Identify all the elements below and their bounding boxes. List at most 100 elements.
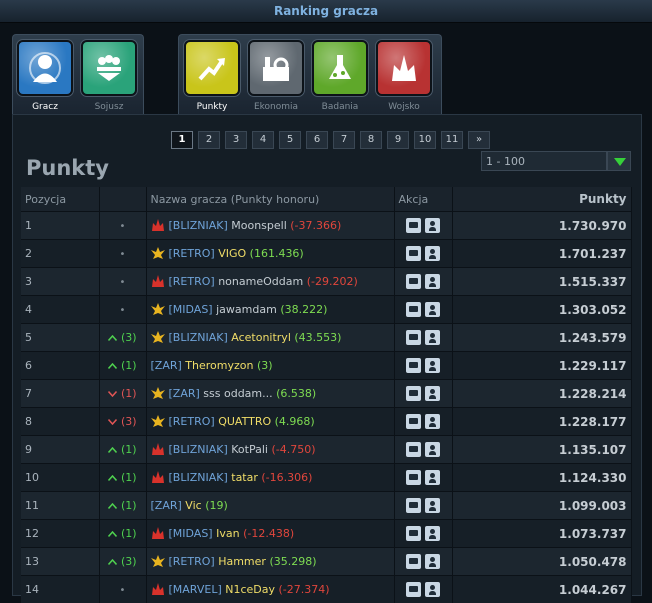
alliance-tag-link[interactable]: [BLIZNIAK] bbox=[169, 471, 228, 484]
player-points: 1.073.737 bbox=[452, 520, 631, 548]
honor-points: (38.222) bbox=[280, 303, 327, 316]
player-name-link[interactable]: N1ceDay bbox=[225, 583, 275, 596]
rank-up-icon bbox=[108, 447, 117, 453]
profile-icon[interactable] bbox=[425, 358, 440, 373]
alliance-tag-link[interactable]: [ZAR] bbox=[169, 387, 200, 400]
alliance-tag-link[interactable]: [BLIZNIAK] bbox=[169, 443, 228, 456]
ranking-table: Pozycja Nazwa gracza (Punkty honoru) Akc… bbox=[21, 187, 632, 603]
player-name-link[interactable]: KotPali bbox=[231, 443, 268, 456]
race-gold-icon bbox=[151, 555, 165, 567]
profile-icon[interactable] bbox=[425, 218, 440, 233]
rank-change-cell: • bbox=[99, 268, 146, 296]
alliance-tag-link[interactable]: [RETRO] bbox=[169, 275, 215, 288]
rank-change-cell: (3) bbox=[99, 408, 146, 436]
alliance-tag-link[interactable]: [MARVEL] bbox=[169, 583, 222, 596]
page-6[interactable]: 6 bbox=[306, 131, 328, 149]
table-row: 11 (1)[ZAR] Vic (19)1.099.003 bbox=[21, 492, 631, 520]
profile-icon[interactable] bbox=[425, 302, 440, 317]
tab-badania[interactable]: Badania bbox=[310, 40, 370, 112]
message-icon[interactable] bbox=[406, 358, 421, 373]
profile-icon[interactable] bbox=[425, 386, 440, 401]
page-8[interactable]: 8 bbox=[360, 131, 382, 149]
page-4[interactable]: 4 bbox=[252, 131, 274, 149]
alliance-tag-link[interactable]: [ZAR] bbox=[151, 499, 182, 512]
page-2[interactable]: 2 bbox=[198, 131, 220, 149]
player-points: 1.044.267 bbox=[452, 576, 631, 603]
alliance-tag-link[interactable]: [MIDAS] bbox=[169, 527, 213, 540]
alliance-tag-link[interactable]: [RETRO] bbox=[169, 247, 215, 260]
player-icon bbox=[17, 40, 73, 96]
page-1[interactable]: 1 bbox=[171, 131, 193, 149]
rank-position: 14 bbox=[21, 576, 99, 603]
tab-punkty[interactable]: Punkty bbox=[182, 40, 242, 112]
alliance-tag-link[interactable]: [RETRO] bbox=[169, 555, 215, 568]
profile-icon[interactable] bbox=[425, 414, 440, 429]
page-9[interactable]: 9 bbox=[387, 131, 409, 149]
player-name-link[interactable]: VIGO bbox=[218, 247, 246, 260]
table-row: 12 (1)[MIDAS] Ivan (-12.438)1.073.737 bbox=[21, 520, 631, 548]
message-icon[interactable] bbox=[406, 274, 421, 289]
tab-gracz[interactable]: Gracz bbox=[15, 40, 75, 112]
message-icon[interactable] bbox=[406, 246, 421, 261]
message-icon[interactable] bbox=[406, 498, 421, 513]
action-cell bbox=[394, 408, 452, 436]
profile-icon[interactable] bbox=[425, 470, 440, 485]
action-cell bbox=[394, 380, 452, 408]
alliance-tag-link[interactable]: [BLIZNIAK] bbox=[169, 219, 228, 232]
tab-sojusz[interactable]: Sojusz bbox=[79, 40, 139, 112]
page-7[interactable]: 7 bbox=[333, 131, 355, 149]
message-icon[interactable] bbox=[406, 414, 421, 429]
page-3[interactable]: 3 bbox=[225, 131, 247, 149]
message-icon[interactable] bbox=[406, 218, 421, 233]
honor-points: (-4.750) bbox=[271, 443, 315, 456]
alliance-tag-link[interactable]: [RETRO] bbox=[169, 415, 215, 428]
message-icon[interactable] bbox=[406, 582, 421, 597]
player-name-link[interactable]: sss oddam... bbox=[203, 387, 272, 400]
player-name-link[interactable]: Ivan bbox=[216, 527, 239, 540]
player-name-link[interactable]: tatar bbox=[231, 471, 258, 484]
player-cell: [BLIZNIAK] KotPali (-4.750) bbox=[146, 436, 394, 464]
message-icon[interactable] bbox=[406, 554, 421, 569]
player-name-link[interactable]: Acetonitryl bbox=[231, 331, 291, 344]
range-dropdown-arrow-icon[interactable] bbox=[607, 151, 631, 171]
player-cell: [RETRO] VIGO (161.436) bbox=[146, 240, 394, 268]
alliance-tag-link[interactable]: [MIDAS] bbox=[169, 303, 213, 316]
page-10[interactable]: 10 bbox=[414, 131, 436, 149]
page-11[interactable]: 11 bbox=[441, 131, 463, 149]
rank-unchanged-icon: • bbox=[120, 305, 126, 316]
player-name-link[interactable]: Moonspell bbox=[231, 219, 287, 232]
message-icon[interactable] bbox=[406, 470, 421, 485]
message-icon[interactable] bbox=[406, 526, 421, 541]
player-name-link[interactable]: Hammer bbox=[218, 555, 266, 568]
rank-up-icon bbox=[108, 531, 117, 537]
player-name-link[interactable]: Vic bbox=[185, 499, 201, 512]
player-name-link[interactable]: jawamdam bbox=[216, 303, 277, 316]
player-name-link[interactable]: Theromyzon bbox=[185, 359, 253, 372]
player-cell: [BLIZNIAK] Moonspell (-37.366) bbox=[146, 212, 394, 240]
message-icon[interactable] bbox=[406, 302, 421, 317]
alliance-tag-link[interactable]: [BLIZNIAK] bbox=[169, 331, 228, 344]
profile-icon[interactable] bbox=[425, 246, 440, 261]
player-cell: [ZAR] Theromyzon (3) bbox=[146, 352, 394, 380]
next-page-button[interactable]: » bbox=[468, 131, 490, 149]
profile-icon[interactable] bbox=[425, 526, 440, 541]
range-select[interactable]: 1 - 100 bbox=[481, 151, 607, 171]
profile-icon[interactable] bbox=[425, 498, 440, 513]
profile-icon[interactable] bbox=[425, 274, 440, 289]
profile-icon[interactable] bbox=[425, 442, 440, 457]
player-name-link[interactable]: nonameOddam bbox=[218, 275, 303, 288]
profile-icon[interactable] bbox=[425, 330, 440, 345]
tab-wojsko[interactable]: Wojsko bbox=[374, 40, 434, 112]
alliance-tag-link[interactable]: [ZAR] bbox=[151, 359, 182, 372]
page-5[interactable]: 5 bbox=[279, 131, 301, 149]
message-icon[interactable] bbox=[406, 442, 421, 457]
race-red-icon bbox=[151, 471, 165, 483]
player-points: 1.730.970 bbox=[452, 212, 631, 240]
profile-icon[interactable] bbox=[425, 582, 440, 597]
tab-ekonomia[interactable]: Ekonomia bbox=[246, 40, 306, 112]
player-name-link[interactable]: QUATTRO bbox=[218, 415, 271, 428]
profile-icon[interactable] bbox=[425, 554, 440, 569]
message-icon[interactable] bbox=[406, 330, 421, 345]
message-icon[interactable] bbox=[406, 386, 421, 401]
rank-change-cell: (1) bbox=[99, 436, 146, 464]
